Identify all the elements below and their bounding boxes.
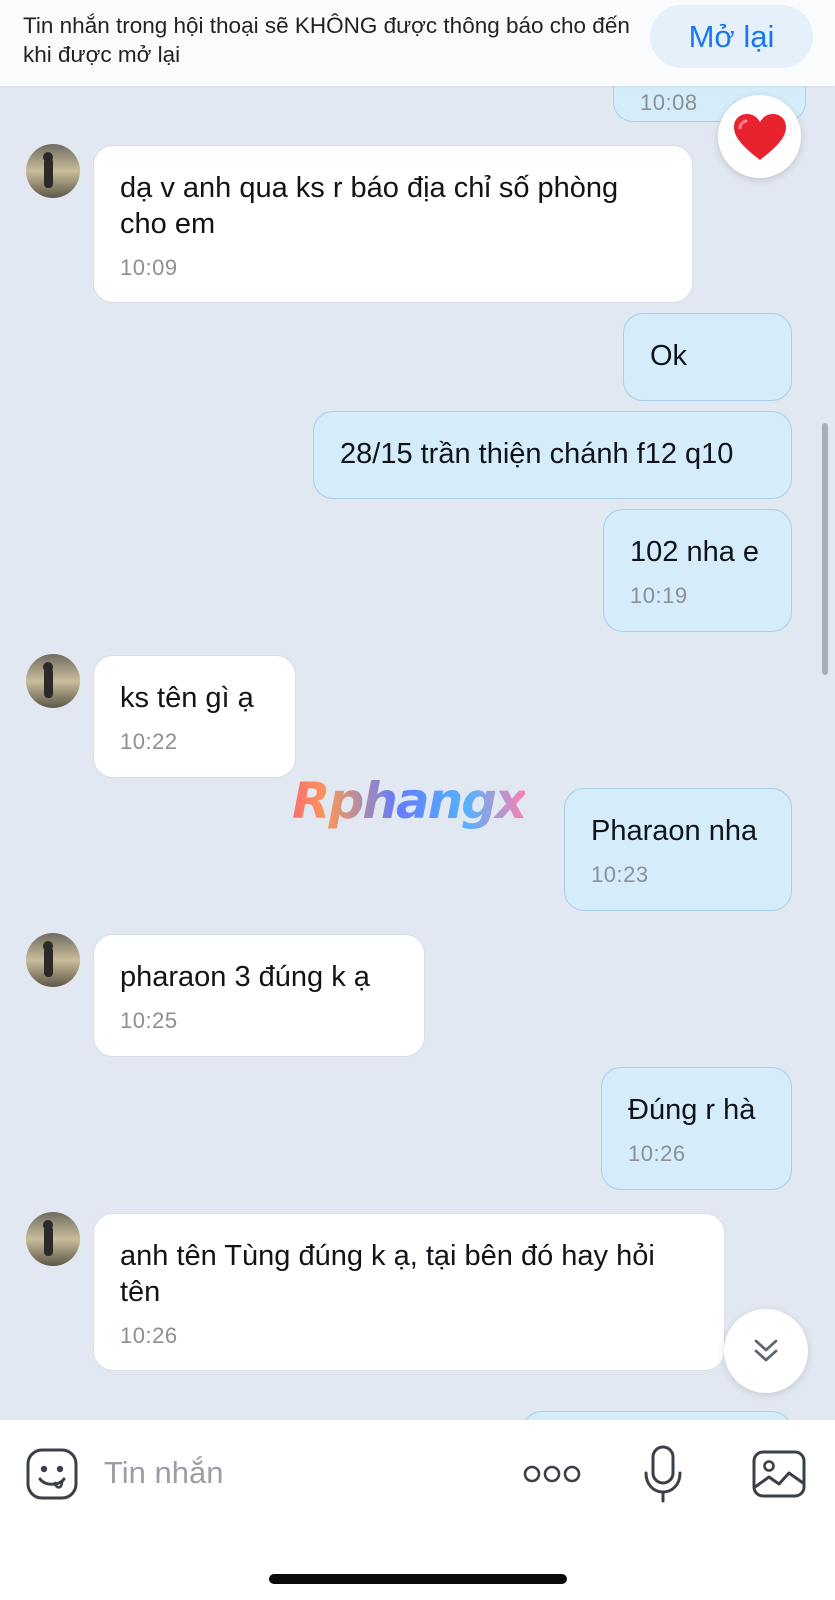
message-bubble-outgoing[interactable]	[522, 1411, 792, 1420]
mute-notice-banner: Tin nhắn trong hội thoại sẽ KHÔNG được t…	[0, 0, 835, 86]
more-options-button[interactable]	[522, 1456, 582, 1492]
message-time: 10:26	[120, 1323, 178, 1348]
message-time: 10:25	[120, 1008, 178, 1033]
sticker-icon	[26, 1448, 78, 1500]
message-text: Đúng r hà	[628, 1094, 756, 1126]
message-time: 10:26	[628, 1141, 686, 1166]
message-time: 10:23	[591, 862, 649, 887]
voice-message-button[interactable]	[640, 1444, 686, 1504]
chevron-double-down-icon	[754, 1339, 778, 1362]
message-composer	[0, 1420, 835, 1600]
message-bubble-outgoing[interactable]: Ok	[623, 313, 792, 401]
message-text: pharaon 3 đúng k ạ	[120, 961, 370, 993]
watermark-logo: Rphangx	[292, 772, 527, 830]
contact-avatar[interactable]	[26, 1212, 80, 1266]
contact-avatar[interactable]	[26, 933, 80, 987]
home-indicator[interactable]	[269, 1574, 567, 1584]
mute-notice-text: Tin nhắn trong hội thoại sẽ KHÔNG được t…	[23, 13, 630, 67]
contact-avatar[interactable]	[26, 144, 80, 198]
message-bubble-outgoing[interactable]: Pharaon nha 10:23	[564, 788, 792, 911]
reopen-button[interactable]: Mở lại	[650, 5, 813, 68]
reaction-button[interactable]	[718, 95, 801, 178]
message-text: dạ v anh qua ks r báo địa chỉ số phòng c…	[120, 172, 627, 240]
contact-avatar[interactable]	[26, 654, 80, 708]
message-text: anh tên Tùng đúng k ạ, tại bên đó hay hỏ…	[120, 1240, 663, 1308]
message-input[interactable]	[104, 1448, 484, 1498]
message-bubble-incoming[interactable]: anh tên Tùng đúng k ạ, tại bên đó hay hỏ…	[93, 1213, 725, 1371]
image-picker-button[interactable]	[750, 1446, 808, 1502]
message-bubble-outgoing[interactable]: Đúng r hà 10:26	[601, 1067, 792, 1190]
message-text: Ok	[650, 340, 688, 372]
more-icon	[523, 1465, 581, 1483]
message-bubble-outgoing[interactable]: 28/15 trần thiện chánh f12 q10	[313, 411, 792, 499]
message-time: 10:19	[630, 583, 688, 608]
message-bubble-incoming[interactable]: dạ v anh qua ks r báo địa chỉ số phòng c…	[93, 145, 693, 303]
sticker-button[interactable]	[24, 1446, 80, 1502]
message-bubble-incoming[interactable]: ks tên gì ạ 10:22	[93, 655, 296, 778]
message-bubble-incoming[interactable]: pharaon 3 đúng k ạ 10:25	[93, 934, 425, 1057]
heart-icon	[733, 113, 786, 160]
message-bubble-outgoing[interactable]: 102 nha e 10:19	[603, 509, 792, 632]
image-icon	[752, 1450, 806, 1498]
message-time: 10:09	[120, 255, 178, 280]
scrollbar[interactable]	[822, 423, 828, 675]
scroll-to-bottom-button[interactable]	[724, 1309, 808, 1393]
message-text: 28/15 trần thiện chánh f12 q10	[340, 438, 734, 470]
microphone-icon	[644, 1445, 682, 1503]
message-text: Pharaon nha	[591, 815, 758, 847]
message-text: ks tên gì ạ	[120, 682, 254, 714]
chat-thread[interactable]: 10:08 dạ v anh qua ks r báo địa chỉ số p…	[0, 86, 835, 1420]
message-text: 102 nha e	[630, 536, 760, 568]
message-time: 10:22	[120, 729, 178, 754]
